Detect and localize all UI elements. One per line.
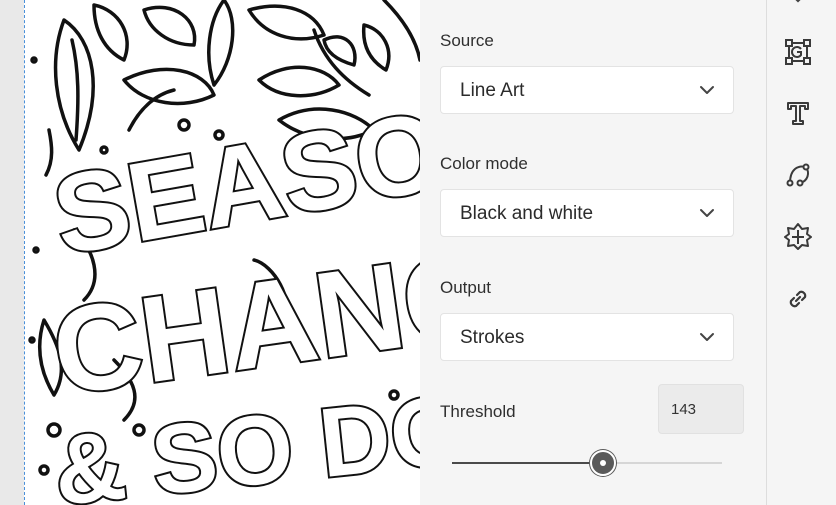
artboard[interactable]: SEASO CHANG & SO DO bbox=[24, 0, 420, 505]
chevron-down-icon bbox=[700, 86, 714, 94]
link-icon[interactable] bbox=[784, 285, 812, 313]
threshold-value: 143 bbox=[671, 401, 697, 418]
artboard-edge-guide bbox=[24, 0, 25, 505]
right-toolbar bbox=[767, 0, 836, 505]
threshold-slider[interactable] bbox=[452, 450, 722, 476]
effects-icon[interactable] bbox=[784, 222, 812, 250]
partial-tool-icon bbox=[784, 0, 812, 4]
source-label: Source bbox=[440, 31, 494, 50]
image-trace-icon[interactable] bbox=[784, 38, 812, 66]
output-dropdown[interactable]: Strokes bbox=[440, 313, 734, 361]
source-dropdown-value: Line Art bbox=[460, 80, 525, 101]
image-trace-properties-panel: Source Line Art Color mode Black and whi… bbox=[420, 0, 766, 505]
color-mode-dropdown-value: Black and white bbox=[460, 203, 594, 224]
chevron-down-icon bbox=[700, 333, 714, 341]
threshold-value-field[interactable]: 143 bbox=[658, 384, 744, 434]
output-dropdown-value: Strokes bbox=[460, 327, 525, 348]
output-label: Output bbox=[440, 278, 492, 297]
threshold-label: Threshold bbox=[440, 402, 516, 421]
threshold-slider-thumb[interactable] bbox=[590, 450, 617, 476]
color-mode-label: Color mode bbox=[440, 154, 528, 173]
threshold-slider-fill bbox=[452, 462, 604, 464]
color-mode-dropdown[interactable]: Black and white bbox=[440, 189, 734, 237]
canvas-area[interactable]: SEASO CHANG & SO DO bbox=[0, 0, 420, 505]
path-curve-icon[interactable] bbox=[784, 161, 812, 189]
type-icon[interactable] bbox=[784, 99, 812, 127]
chevron-down-icon bbox=[700, 209, 714, 217]
source-dropdown[interactable]: Line Art bbox=[440, 66, 734, 114]
line-art-illustration: SEASO CHANG & SO DO bbox=[28, 0, 420, 505]
